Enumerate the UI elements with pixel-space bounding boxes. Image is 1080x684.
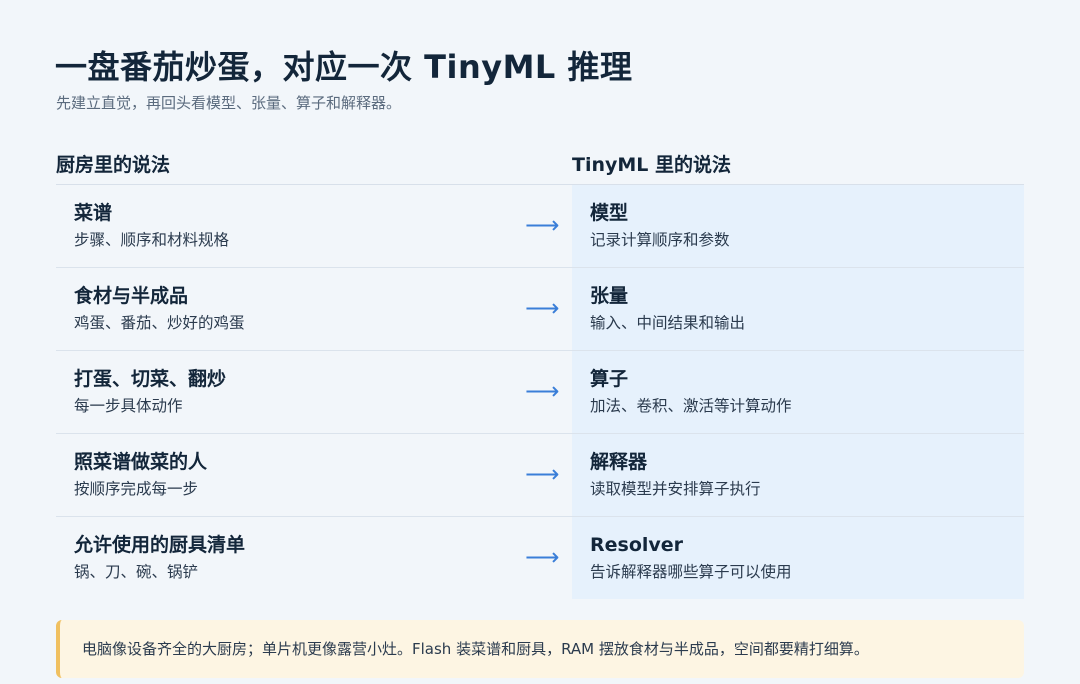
callout-note-text: 电脑像设备齐全的大厨房；单片机更像露营小灶。Flash 装菜谱和厨具，RAM 摆… [82, 640, 869, 658]
mapping-table: 菜谱 步骤、顺序和材料规格 ⟶ 模型 记录计算顺序和参数 食材与半成品 鸡蛋、番… [56, 185, 1024, 599]
kitchen-term: 菜谱 [74, 202, 113, 224]
kitchen-cell: 允许使用的厨具清单 锅、刀、碗、锅铲 [74, 532, 245, 584]
kitchen-desc: 每一步具体动作 [74, 397, 183, 415]
kitchen-desc: 步骤、顺序和材料规格 [74, 231, 230, 249]
arrow-right-icon: ⟶ [525, 543, 560, 571]
tinyml-term: 解释器 [590, 451, 648, 473]
tinyml-desc: 告诉解释器哪些算子可以使用 [590, 563, 792, 581]
mapping-row: 打蛋、切菜、翻炒 每一步具体动作 ⟶ 算子 加法、卷积、激活等计算动作 [56, 351, 1024, 434]
arrow-right-icon: ⟶ [525, 377, 560, 405]
kitchen-term: 打蛋、切菜、翻炒 [74, 368, 227, 390]
column-header-kitchen: 厨房里的说法 [56, 154, 171, 176]
tinyml-desc: 记录计算顺序和参数 [590, 231, 730, 249]
arrow-right-icon: ⟶ [525, 211, 560, 239]
tinyml-desc: 输入、中间结果和输出 [590, 314, 746, 332]
tinyml-cell: 解释器 读取模型并安排算子执行 [572, 434, 1024, 516]
tinyml-desc: 加法、卷积、激活等计算动作 [590, 397, 792, 415]
kitchen-cell: 照菜谱做菜的人 按顺序完成每一步 [74, 449, 207, 501]
mapping-row: 菜谱 步骤、顺序和材料规格 ⟶ 模型 记录计算顺序和参数 [56, 185, 1024, 268]
arrow-right-icon: ⟶ [525, 460, 560, 488]
mapping-row: 照菜谱做菜的人 按顺序完成每一步 ⟶ 解释器 读取模型并安排算子执行 [56, 434, 1024, 517]
callout-note: 电脑像设备齐全的大厨房；单片机更像露营小灶。Flash 装菜谱和厨具，RAM 摆… [56, 620, 1024, 678]
arrow-right-icon: ⟶ [525, 294, 560, 322]
tinyml-cell: 模型 记录计算顺序和参数 [572, 185, 1024, 267]
tinyml-desc: 读取模型并安排算子执行 [590, 480, 761, 498]
kitchen-cell: 食材与半成品 鸡蛋、番茄、炒好的鸡蛋 [74, 283, 245, 335]
kitchen-cell: 菜谱 步骤、顺序和材料规格 [74, 200, 229, 252]
tinyml-cell: 算子 加法、卷积、激活等计算动作 [572, 351, 1024, 433]
kitchen-term: 照菜谱做菜的人 [74, 451, 208, 473]
kitchen-desc: 锅、刀、碗、锅铲 [74, 563, 199, 581]
tinyml-term: Resolver [590, 534, 684, 556]
tinyml-term: 算子 [590, 368, 629, 390]
mapping-row: 允许使用的厨具清单 锅、刀、碗、锅铲 ⟶ Resolver 告诉解释器哪些算子可… [56, 517, 1024, 599]
page-subtitle: 先建立直觉，再回头看模型、张量、算子和解释器。 [56, 94, 402, 112]
tinyml-term: 模型 [590, 202, 629, 224]
kitchen-term: 食材与半成品 [74, 285, 189, 307]
kitchen-desc: 鸡蛋、番茄、炒好的鸡蛋 [74, 314, 245, 332]
mapping-row: 食材与半成品 鸡蛋、番茄、炒好的鸡蛋 ⟶ 张量 输入、中间结果和输出 [56, 268, 1024, 351]
tinyml-cell: Resolver 告诉解释器哪些算子可以使用 [572, 517, 1024, 599]
page-title: 一盘番茄炒蛋，对应一次 TinyML 推理 [55, 48, 633, 86]
kitchen-term: 允许使用的厨具清单 [74, 534, 246, 556]
tinyml-term: 张量 [590, 285, 629, 307]
tinyml-cell: 张量 输入、中间结果和输出 [572, 268, 1024, 350]
kitchen-cell: 打蛋、切菜、翻炒 每一步具体动作 [74, 366, 226, 418]
kitchen-desc: 按顺序完成每一步 [74, 480, 199, 498]
column-header-tinyml: TinyML 里的说法 [572, 154, 732, 176]
